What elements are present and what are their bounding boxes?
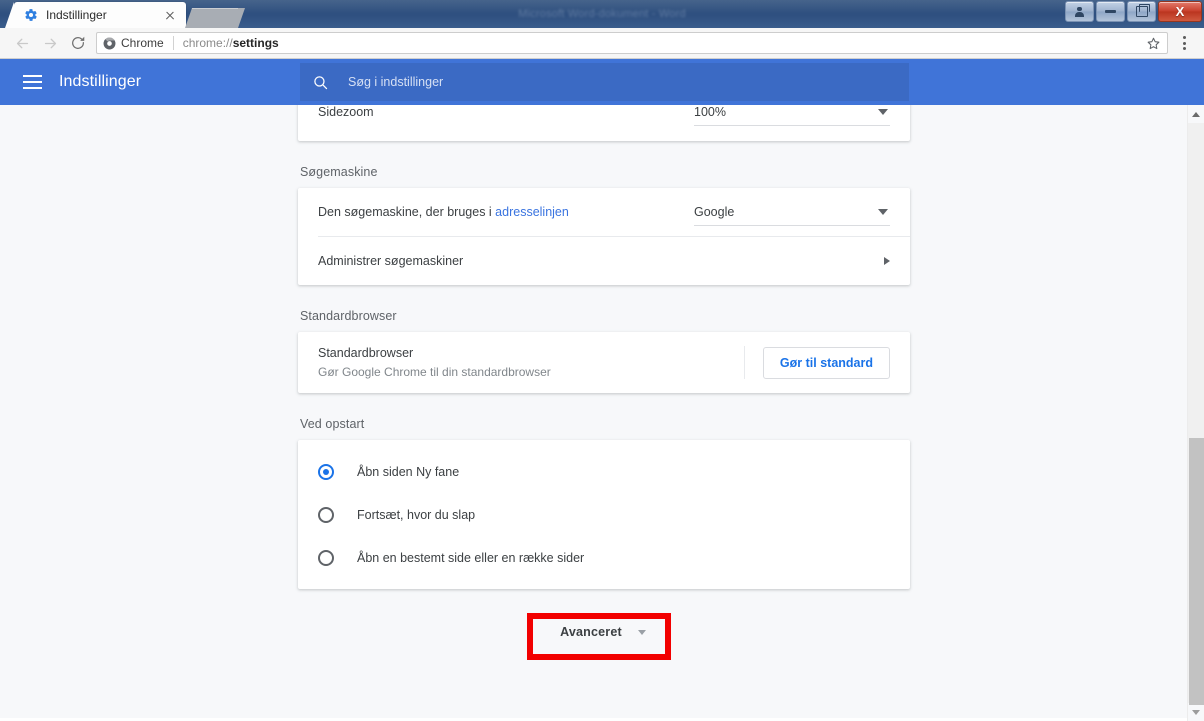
row-label: Den søgemaskine, der bruges i adresselin… [318,205,694,219]
row-default-browser: Standardbrowser Gør Google Chrome til di… [298,332,910,393]
hamburger-icon[interactable] [23,72,43,92]
reload-button[interactable] [64,29,92,57]
chevron-right-icon[interactable] [884,257,890,265]
section-label-default-browser: Standardbrowser [300,309,397,323]
vertical-scrollbar[interactable] [1187,105,1204,721]
close-button[interactable]: X [1158,1,1202,22]
tab-indstillinger[interactable]: Indstillinger [5,2,186,28]
radio-button[interactable] [318,549,334,566]
radio-label: Åbn en bestemt side eller en række sider [357,550,585,565]
chip-separator [172,36,174,50]
default-browser-description: Gør Google Chrome til din standardbrowse… [318,365,551,379]
search-icon [312,74,329,91]
minimize-button[interactable] [1096,1,1125,22]
triangle-down-icon [1192,710,1200,715]
restore-icon [1135,3,1150,17]
radio-label: Åbn siden Ny fane [357,464,460,479]
section-label-search-engine: Søgemaskine [300,165,378,179]
radio-button[interactable] [318,463,334,480]
row-page-zoom[interactable]: Sidezoom 100% [298,105,910,141]
row-label: Sidezoom [318,105,374,119]
chevron-down-icon [637,629,646,635]
card-default-browser: Standardbrowser Gør Google Chrome til di… [298,332,910,393]
card-page-zoom: Sidezoom 100% [298,105,910,141]
tab-close-icon[interactable] [162,7,178,23]
arrow-left-icon [16,38,28,48]
card-on-startup: Åbn siden Ny fane Fortsæt, hvor du slap … [298,440,910,589]
radio-row-specific-pages[interactable]: Åbn en bestemt side eller en række sider [298,536,910,579]
browser-toolbar: Chrome chrome://settings [0,28,1204,59]
gear-icon [23,7,39,23]
scroll-down-button[interactable] [1188,704,1204,721]
advanced-button[interactable]: Avanceret [550,619,658,645]
window-caption-buttons: X [1065,1,1202,22]
account-button[interactable] [1065,1,1094,22]
zoom-select[interactable]: 100% [694,105,890,126]
close-icon: X [1175,4,1185,19]
row-default-search-engine[interactable]: Den søgemaskine, der bruges i adresselin… [298,188,910,236]
search-engine-value: Google [694,204,735,219]
search-engine-select[interactable]: Google [694,199,890,226]
default-browser-texts: Standardbrowser Gør Google Chrome til di… [318,346,738,379]
browser-window: Microsoft Word-dokument - Word Indstilli… [0,0,1204,721]
security-chip[interactable]: Chrome [103,36,164,50]
address-bar-link[interactable]: adresselinjen [495,205,569,219]
address-bar[interactable]: Chrome chrome://settings [96,32,1168,54]
scrollbar-track[interactable] [1188,123,1204,705]
row-label: Administrer søgemaskiner [318,254,464,268]
radio-label: Fortsæt, hvor du slap [357,507,476,522]
advanced-label: Avanceret [560,625,622,639]
scrollbar-thumb[interactable] [1189,438,1204,705]
advanced-zone: Avanceret [298,589,910,675]
new-tab-button[interactable] [185,8,245,28]
radio-row-continue[interactable]: Fortsæt, hvor du slap [298,493,910,536]
chevron-down-icon [878,208,888,215]
forward-button[interactable] [36,29,64,57]
page-title: Indstillinger [59,73,142,90]
card-search-engine: Den søgemaskine, der bruges i adresselin… [298,188,910,285]
tab-strip: Microsoft Word-dokument - Word Indstilli… [0,0,1204,28]
scroll-up-button[interactable] [1188,106,1204,123]
settings-page: Sidezoom 100% Søgemaskine Den søgemaskin… [298,105,910,675]
star-icon[interactable] [1140,36,1161,51]
row-manage-search-engines[interactable]: Administrer søgemaskiner [298,237,910,285]
url-text: chrome://settings [183,36,279,50]
zoom-value: 100% [694,105,726,119]
section-label-on-startup: Ved opstart [300,417,365,431]
security-chip-label: Chrome [121,36,164,50]
make-default-button[interactable]: Gør til standard [762,346,890,379]
chrome-logo-icon [103,37,116,49]
tab-title: Indstillinger [46,8,107,22]
chevron-down-icon [878,108,888,115]
search-input[interactable] [348,75,909,89]
default-browser-title: Standardbrowser [318,346,414,360]
radio-row-new-tab[interactable]: Åbn siden Ny fane [298,450,910,493]
url-prefix: chrome:// [182,36,233,50]
back-button[interactable] [8,29,36,57]
reload-icon [72,36,85,49]
arrow-right-icon [44,38,56,48]
three-dots-vertical-icon[interactable] [1172,29,1196,57]
user-icon [1074,6,1085,17]
triangle-up-icon [1192,112,1200,117]
radio-button[interactable] [318,506,334,523]
minimize-icon [1105,10,1116,13]
settings-search[interactable] [300,63,909,101]
vertical-divider [743,346,745,379]
row-label-text: Den søgemaskine, der bruges i [318,205,496,219]
settings-content: Sidezoom 100% Søgemaskine Den søgemaskin… [0,105,1204,718]
restore-button[interactable] [1127,1,1156,22]
url-path: settings [232,36,279,50]
settings-header: Indstillinger [0,59,1204,105]
